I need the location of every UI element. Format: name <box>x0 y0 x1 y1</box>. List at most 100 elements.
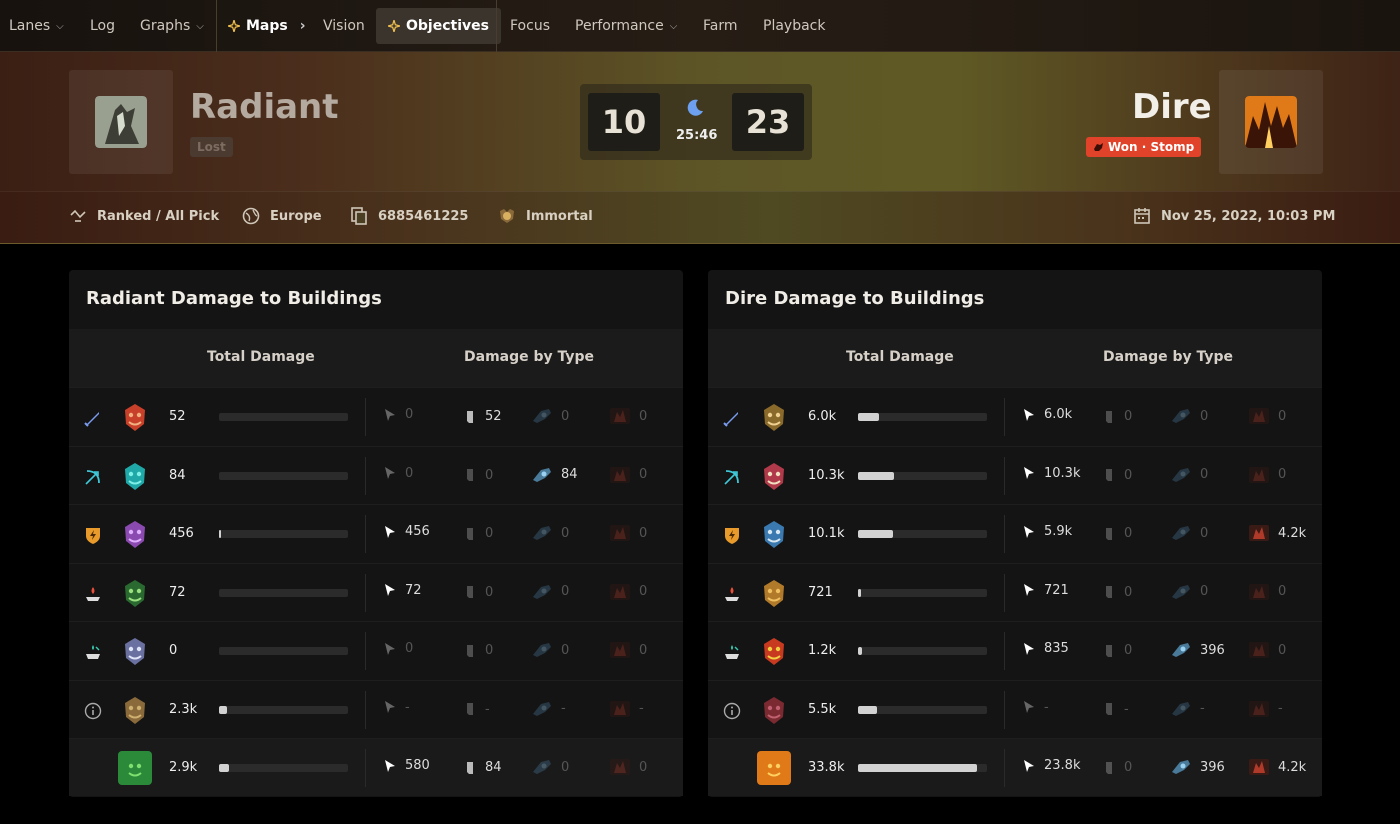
hero-portrait-icon[interactable] <box>757 575 791 610</box>
nav-farm[interactable]: Farm <box>703 0 738 52</box>
siege-damage-icon <box>1170 583 1192 601</box>
damage-bar-fill <box>858 530 893 538</box>
role-sword-icon <box>722 408 742 428</box>
summon-damage-icon <box>1248 407 1270 425</box>
damage-hero-cell: 835 <box>1022 641 1069 656</box>
nav-lanes[interactable]: Lanes ⌵ <box>9 0 64 52</box>
nav-graphs[interactable]: Graphs ⌵ <box>140 0 204 52</box>
damage-summon-value: 0 <box>1278 584 1287 599</box>
column-divider <box>365 690 366 729</box>
hero-portrait-icon[interactable] <box>757 517 791 551</box>
damage-siege-value: 0 <box>1200 467 1209 482</box>
role-support-icon <box>722 642 742 662</box>
hero-portrait-icon[interactable] <box>118 575 152 610</box>
total-damage-value: 2.3k <box>169 701 198 717</box>
nav-objectives[interactable]: Objectives <box>376 0 501 52</box>
hero-portrait-icon[interactable] <box>118 458 152 493</box>
damage-bar <box>219 588 348 597</box>
damage-creep-cell: 0 <box>1102 409 1132 424</box>
role-candle-icon <box>83 584 103 604</box>
damage-creep-cell: 0 <box>1102 760 1132 775</box>
damage-bar <box>219 647 348 655</box>
damage-siege-cell: 0 <box>531 583 569 601</box>
damage-siege-cell: 84 <box>531 466 578 484</box>
siege-damage-icon <box>531 524 553 542</box>
damage-bar-fill <box>219 764 230 772</box>
hero-portrait-icon[interactable] <box>757 692 791 727</box>
damage-bar <box>219 471 348 480</box>
hero-damage-icon <box>1022 525 1036 539</box>
hero-portrait-icon[interactable] <box>757 458 791 493</box>
damage-siege-cell: 396 <box>1170 641 1225 659</box>
table-header: Total Damage Damage by Type <box>69 329 683 387</box>
damage-bar <box>858 471 987 480</box>
damage-summon-cell: 0 <box>609 583 647 601</box>
hero-portrait-icon[interactable] <box>757 634 791 668</box>
nav-playback[interactable]: Playback <box>763 0 825 52</box>
damage-creep-cell: 0 <box>463 643 493 658</box>
damage-hero-cell: 6.0k <box>1022 407 1072 422</box>
table-row: 721 721 0 0 0 <box>708 562 1322 621</box>
hero-portrait-icon[interactable] <box>757 400 791 434</box>
top-nav: Lanes ⌵ Log Graphs ⌵ Maps › Vision Objecti… <box>0 0 1400 52</box>
nav-log[interactable]: Log <box>90 0 115 52</box>
damage-summon-cell: 0 <box>609 758 647 776</box>
sparkle-icon <box>228 20 240 32</box>
meta-region-label: Europe <box>270 208 322 224</box>
nav-vision[interactable]: Vision <box>323 0 365 52</box>
damage-hero-value: 0 <box>405 407 414 422</box>
damage-summon-value: 0 <box>639 467 648 482</box>
summon-damage-icon <box>1248 466 1270 484</box>
damage-creep-cell: 0 <box>463 526 493 541</box>
total-damage-value: 10.1k <box>808 526 845 541</box>
hero-damage-icon <box>1022 466 1036 480</box>
copy-icon <box>351 207 367 225</box>
hero-portrait-icon[interactable] <box>118 692 152 727</box>
radiant-logo-box[interactable] <box>69 70 173 174</box>
creep-damage-icon <box>1102 410 1116 424</box>
meta-match-id[interactable]: 6885461225 <box>350 207 468 225</box>
damage-hero-cell: - <box>1022 700 1049 715</box>
column-divider <box>365 456 366 495</box>
nav-performance-label: Performance <box>575 18 664 34</box>
nav-performance[interactable]: Performance ⌵ <box>575 0 677 52</box>
damage-creep-value: 0 <box>1124 643 1133 658</box>
hero-portrait-icon[interactable] <box>118 517 152 551</box>
dire-result-label: Won · Stomp <box>1108 140 1195 154</box>
nav-lanes-label: Lanes <box>9 18 51 34</box>
col-total-damage: Total Damage <box>207 349 315 365</box>
table-row: 2.3k - - - - <box>69 679 683 738</box>
hero-damage-icon <box>1022 583 1036 597</box>
damage-siege-cell: 0 <box>531 641 569 659</box>
creep-damage-icon <box>463 585 477 599</box>
creep-damage-icon <box>1102 468 1116 482</box>
siege-damage-icon <box>1170 524 1192 542</box>
moon-icon <box>687 99 703 116</box>
damage-bar-fill <box>858 647 862 655</box>
damage-creep-value: 0 <box>485 643 494 658</box>
dire-logo-box[interactable] <box>1219 70 1323 174</box>
team-logo-icon[interactable] <box>118 751 152 785</box>
hero-portrait-icon[interactable] <box>118 634 152 668</box>
nav-maps[interactable]: Maps › <box>228 0 306 52</box>
nav-vision-label: Vision <box>323 18 365 34</box>
summon-damage-icon <box>609 758 631 776</box>
meta-date: Nov 25, 2022, 10:03 PM <box>1133 207 1335 225</box>
damage-summon-cell: - <box>1248 700 1283 718</box>
damage-siege-value: 0 <box>1200 584 1209 599</box>
radiant-team-name: Radiant <box>190 87 339 127</box>
team-logo-icon[interactable] <box>757 751 791 785</box>
damage-bar <box>858 647 987 655</box>
damage-siege-cell: 0 <box>1170 524 1208 542</box>
damage-creep-cell: 0 <box>1102 526 1132 541</box>
damage-bar <box>858 588 987 597</box>
column-divider <box>1004 749 1005 787</box>
damage-summon-cell: 0 <box>1248 583 1286 601</box>
total-damage-value: 33.8k <box>808 760 845 775</box>
damage-summon-value: 0 <box>639 525 648 541</box>
siege-damage-icon <box>531 466 553 484</box>
hero-portrait-icon[interactable] <box>118 400 152 434</box>
siege-damage-icon <box>531 407 553 425</box>
damage-siege-value: 0 <box>1200 408 1209 424</box>
nav-focus[interactable]: Focus <box>510 0 550 52</box>
